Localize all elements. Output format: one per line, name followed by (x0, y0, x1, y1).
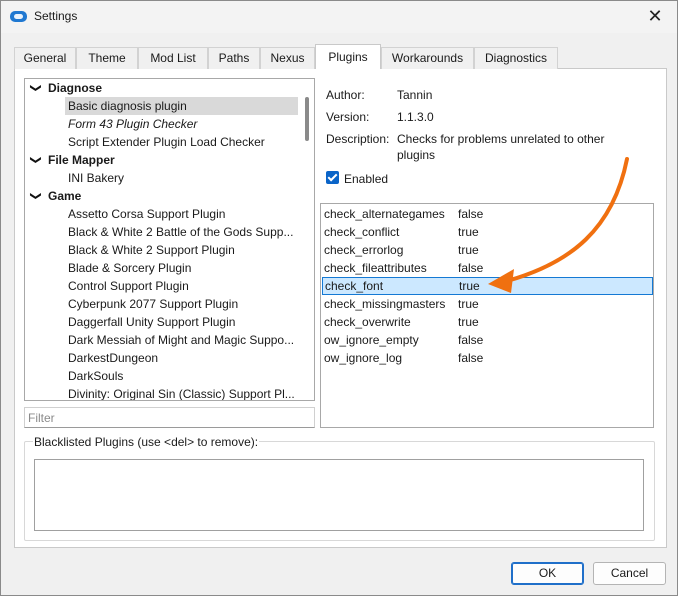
author-value: Tannin (397, 88, 433, 102)
version-value: 1.1.3.0 (397, 110, 434, 124)
tree-group-label: Diagnose (48, 81, 103, 95)
window-title: Settings (34, 9, 78, 23)
tab-mod-list[interactable]: Mod List (138, 47, 208, 69)
close-icon[interactable]: ✕ (633, 1, 677, 33)
tab-workarounds[interactable]: Workarounds (381, 47, 474, 69)
scrollbar-thumb[interactable] (305, 97, 309, 141)
chevron-down-icon[interactable]: ❯ (27, 83, 45, 92)
setting-value[interactable]: true (458, 296, 479, 313)
settings-window: Settings ✕ General Theme Mod List Paths … (0, 0, 678, 596)
tree-scrollbar[interactable] (302, 79, 314, 400)
tab-plugins[interactable]: Plugins (315, 44, 381, 69)
tree-group-label: Game (48, 189, 82, 203)
description-value: Checks for problems unrelated to other p… (397, 132, 605, 162)
setting-key: check_errorlog (324, 243, 404, 257)
tree-item-label: Dark Messiah of Might and Magic Suppo... (68, 333, 295, 347)
table-row-selected[interactable]: check_font true (322, 277, 653, 295)
table-row[interactable]: ow_ignore_empty false (321, 332, 653, 350)
chevron-down-icon[interactable]: ❯ (27, 155, 45, 164)
tree-group-label: File Mapper (48, 153, 115, 167)
tree-item-label: Blade & Sorcery Plugin (68, 261, 192, 275)
chevron-down-icon[interactable]: ❯ (27, 191, 45, 200)
table-row[interactable]: ow_ignore_log false (321, 350, 653, 368)
table-row[interactable]: check_overwrite true (321, 314, 653, 332)
tree-item-label: Cyberpunk 2077 Support Plugin (68, 297, 239, 311)
tab-nexus[interactable]: Nexus (260, 47, 315, 69)
table-row[interactable]: check_alternategames false (321, 206, 653, 224)
enabled-label[interactable]: Enabled (344, 172, 388, 186)
cancel-button[interactable]: Cancel (593, 562, 666, 585)
setting-key: check_overwrite (324, 315, 411, 329)
version-label: Version: (326, 110, 370, 124)
tree-item-label: Control Support Plugin (68, 279, 189, 293)
tab-theme[interactable]: Theme (76, 47, 138, 69)
table-row[interactable]: check_missingmasters true (321, 296, 653, 314)
setting-value[interactable]: false (458, 332, 483, 349)
setting-key: ow_ignore_empty (324, 333, 419, 347)
tree-item-label: DarkSouls (68, 369, 124, 383)
blacklist-label: Blacklisted Plugins (use <del> to remove… (33, 435, 260, 449)
tree-item-label: Assetto Corsa Support Plugin (68, 207, 226, 221)
setting-key: check_missingmasters (324, 297, 446, 311)
blacklisted-plugins-list[interactable] (34, 459, 644, 531)
setting-value[interactable]: false (458, 350, 483, 367)
author-label: Author: (326, 88, 365, 102)
ok-button[interactable]: OK (511, 562, 584, 585)
setting-value[interactable]: true (458, 314, 479, 331)
description-label: Description: (326, 132, 390, 146)
setting-value[interactable]: true (458, 224, 479, 241)
app-icon (10, 11, 27, 22)
tab-paths[interactable]: Paths (208, 47, 260, 69)
tab-diagnostics[interactable]: Diagnostics (474, 47, 558, 69)
table-row[interactable]: check_fileattributes false (321, 260, 653, 278)
table-row[interactable]: check_conflict true (321, 224, 653, 242)
title-bar: Settings ✕ (1, 1, 677, 33)
setting-key: ow_ignore_log (324, 351, 403, 365)
tree-item-label: Script Extender Plugin Load Checker (68, 135, 265, 149)
tree-item-label: Black & White 2 Support Plugin (68, 243, 235, 257)
setting-value[interactable]: true (459, 278, 480, 295)
tree-item-label: DarkestDungeon (68, 351, 159, 365)
table-row[interactable]: check_errorlog true (321, 242, 653, 260)
setting-key: check_font (325, 279, 384, 293)
tree-item-label: Daggerfall Unity Support Plugin (68, 315, 236, 329)
tab-general[interactable]: General (14, 47, 76, 69)
setting-key: check_alternategames (324, 207, 445, 221)
tree-item-label: Black & White 2 Battle of the Gods Supp.… (68, 225, 294, 239)
plugin-settings-table[interactable]: check_alternategames false check_conflict… (320, 203, 654, 428)
plugin-tree[interactable]: ❯ Diagnose Basic diagnosis plugin Form 4… (24, 78, 315, 401)
filter-input[interactable] (24, 407, 315, 428)
setting-value[interactable]: false (458, 206, 483, 223)
tree-item-label: Divinity: Original Sin (Classic) Support… (68, 387, 295, 401)
setting-key: check_conflict (324, 225, 400, 239)
enabled-checkbox[interactable] (326, 171, 339, 184)
setting-value[interactable]: true (458, 242, 479, 259)
tree-item-label: Basic diagnosis plugin (65, 97, 298, 115)
tree-item-label: INI Bakery (68, 171, 125, 185)
setting-key: check_fileattributes (324, 261, 427, 275)
setting-value[interactable]: false (458, 260, 483, 277)
tree-item-label: Form 43 Plugin Checker (68, 117, 198, 131)
